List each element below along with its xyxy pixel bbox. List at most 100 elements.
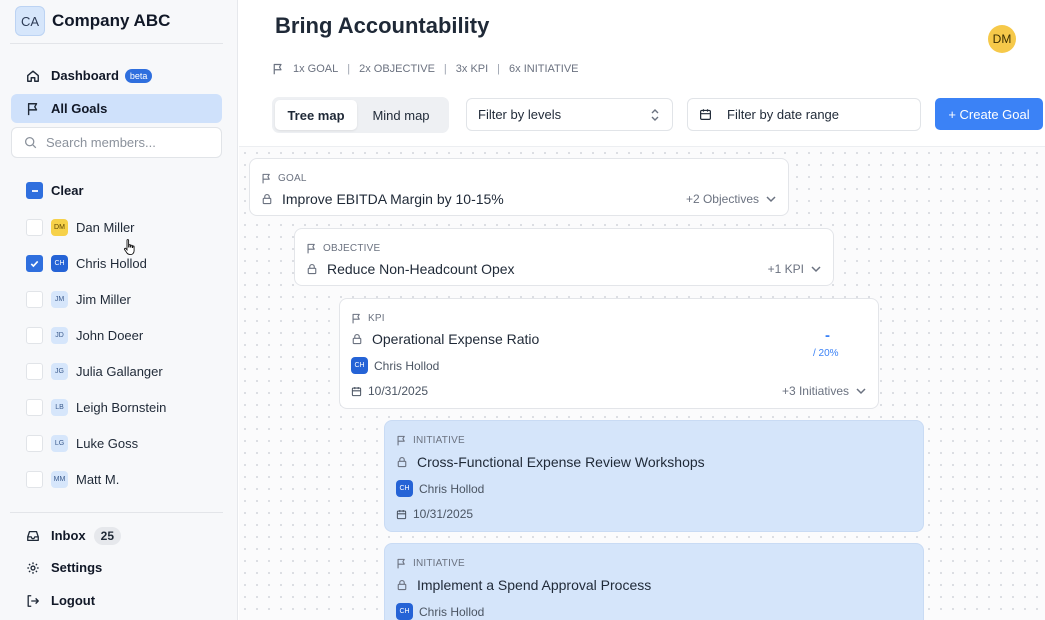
- nav-inbox-label: Inbox: [51, 528, 86, 543]
- flag-icon: [351, 312, 363, 324]
- expand-label: +3 Initiatives: [781, 384, 849, 398]
- lock-icon: [261, 193, 274, 206]
- owner-name: Chris Hollod: [374, 358, 440, 373]
- nav-all-goals-label: All Goals: [51, 101, 108, 116]
- summary-goal-count: 1x GOAL: [293, 63, 339, 75]
- card-title-text: Improve EBITDA Margin by 10-15%: [282, 191, 504, 207]
- divider: [10, 512, 223, 513]
- card-title: Improve EBITDA Margin by 10-15%: [261, 191, 504, 207]
- member-checkbox[interactable]: [26, 398, 43, 416]
- lock-icon: [351, 333, 364, 346]
- card-type-label: INITIATIVE: [413, 434, 465, 446]
- expand-kpis[interactable]: +1 KPI: [768, 262, 822, 276]
- brand[interactable]: CA Company ABC: [15, 6, 170, 36]
- flag-icon: [272, 62, 286, 76]
- sidebar: CA Company ABC Dashboard beta All Goals …: [0, 0, 238, 620]
- nav-settings[interactable]: Settings: [11, 553, 222, 582]
- card-title: Operational Expense Ratio: [351, 331, 539, 347]
- member-checkbox[interactable]: [26, 290, 43, 308]
- member-name: Jim Miller: [76, 291, 131, 307]
- expand-initiatives[interactable]: +3 Initiatives: [782, 384, 867, 398]
- create-goal-button[interactable]: + Create Goal: [935, 98, 1043, 130]
- owner-name: Chris Hollod: [419, 604, 485, 619]
- card-type: OBJECTIVE: [306, 242, 380, 254]
- summary-kpi-count: 3x KPI: [455, 63, 489, 75]
- member-row[interactable]: JD John Doeer: [26, 325, 143, 345]
- inbox-count-badge: 25: [93, 526, 122, 545]
- card-title-text: Reduce Non-Headcount Opex: [327, 261, 515, 277]
- member-name: Luke Goss: [76, 435, 139, 451]
- avatar: CH: [351, 357, 368, 374]
- main-content: Bring Accountability DM 1x GOAL | 2x OBJ…: [239, 0, 1045, 620]
- user-avatar[interactable]: DM: [988, 25, 1016, 53]
- member-name: Leigh Bornstein: [76, 399, 167, 415]
- card-type: INITIATIVE: [396, 557, 465, 569]
- member-checkbox[interactable]: [26, 254, 43, 272]
- member-search[interactable]: [11, 127, 222, 158]
- member-checkbox[interactable]: [26, 434, 43, 452]
- select-all-checkbox[interactable]: [26, 182, 43, 199]
- beta-badge: beta: [124, 68, 153, 83]
- avatar: CH: [396, 480, 413, 497]
- lock-icon: [306, 263, 319, 276]
- flag-icon: [396, 557, 408, 569]
- tab-tree-map[interactable]: Tree map: [275, 100, 357, 130]
- divider: [10, 43, 223, 44]
- expand-label: +1 KPI: [767, 262, 804, 276]
- avatar: LG: [51, 434, 68, 452]
- goal-summary: 1x GOAL | 2x OBJECTIVE | 3x KPI | 6x INI…: [272, 62, 579, 76]
- filter-date-label: Filter by date range: [727, 107, 840, 122]
- avatar: CH: [51, 254, 68, 272]
- member-row[interactable]: JM Jim Miller: [26, 289, 131, 309]
- filter-date-range[interactable]: Filter by date range: [687, 98, 921, 131]
- expand-objectives[interactable]: +2 Objectives: [686, 192, 777, 206]
- member-checkbox[interactable]: [26, 326, 43, 344]
- clear-filter[interactable]: Clear: [26, 182, 84, 199]
- chevron-down-icon: [765, 193, 777, 205]
- avatar: JD: [51, 326, 68, 344]
- flag-icon: [25, 101, 41, 117]
- card-type: KPI: [351, 312, 385, 324]
- member-name: Julia Gallanger: [76, 363, 163, 379]
- member-checkbox[interactable]: [26, 218, 43, 236]
- member-checkbox[interactable]: [26, 470, 43, 488]
- nav-dashboard-label: Dashboard: [51, 68, 119, 83]
- member-name: John Doeer: [76, 327, 144, 343]
- goal-card[interactable]: GOAL Improve EBITDA Margin by 10-15% +2 …: [249, 158, 789, 216]
- card-title-text: Operational Expense Ratio: [372, 331, 540, 347]
- nav-settings-label: Settings: [51, 560, 103, 575]
- member-row[interactable]: LG Luke Goss: [26, 433, 138, 453]
- kpi-card[interactable]: KPI Operational Expense Ratio CH Chris H…: [339, 298, 879, 409]
- card-type-label: INITIATIVE: [413, 557, 465, 569]
- member-checkbox[interactable]: [26, 362, 43, 380]
- page-title: Bring Accountability: [275, 13, 490, 38]
- member-row[interactable]: JG Julia Gallanger: [26, 361, 163, 381]
- card-type: INITIATIVE: [396, 434, 465, 446]
- nav-all-goals[interactable]: All Goals: [11, 94, 222, 123]
- nav-logout[interactable]: Logout: [11, 586, 222, 615]
- inbox-icon: [25, 528, 41, 544]
- nav-inbox[interactable]: Inbox 25: [11, 521, 222, 550]
- summary-objective-count: 2x OBJECTIVE: [359, 63, 435, 75]
- tree-map-canvas[interactable]: GOAL Improve EBITDA Margin by 10-15% +2 …: [239, 146, 1045, 620]
- objective-card[interactable]: OBJECTIVE Reduce Non-Headcount Opex +1 K…: [294, 228, 834, 286]
- member-row[interactable]: DM Dan Miller: [26, 217, 135, 237]
- search-input[interactable]: [46, 135, 206, 150]
- card-title-text: Implement a Spend Approval Process: [417, 577, 652, 593]
- initiative-card[interactable]: INITIATIVE Cross-Functional Expense Revi…: [384, 420, 924, 532]
- nav-dashboard[interactable]: Dashboard beta: [11, 61, 222, 90]
- tab-mind-map[interactable]: Mind map: [357, 100, 445, 130]
- avatar: MM: [51, 470, 68, 488]
- card-type-label: OBJECTIVE: [323, 242, 381, 254]
- filter-levels-select[interactable]: Filter by levels: [466, 98, 673, 131]
- card-owner: CH Chris Hollod: [351, 357, 439, 374]
- card-type: GOAL: [261, 172, 307, 184]
- initiative-card[interactable]: INITIATIVE Implement a Spend Approval Pr…: [384, 543, 924, 620]
- member-row[interactable]: MM Matt M.: [26, 469, 119, 489]
- hand-cursor-icon: [124, 239, 135, 256]
- summary-separator: |: [443, 63, 447, 75]
- member-row[interactable]: CH Chris Hollod: [26, 253, 147, 273]
- member-row[interactable]: LB Leigh Bornstein: [26, 397, 166, 417]
- avatar: JM: [51, 290, 68, 308]
- kpi-progress-target: / 20%: [813, 348, 839, 359]
